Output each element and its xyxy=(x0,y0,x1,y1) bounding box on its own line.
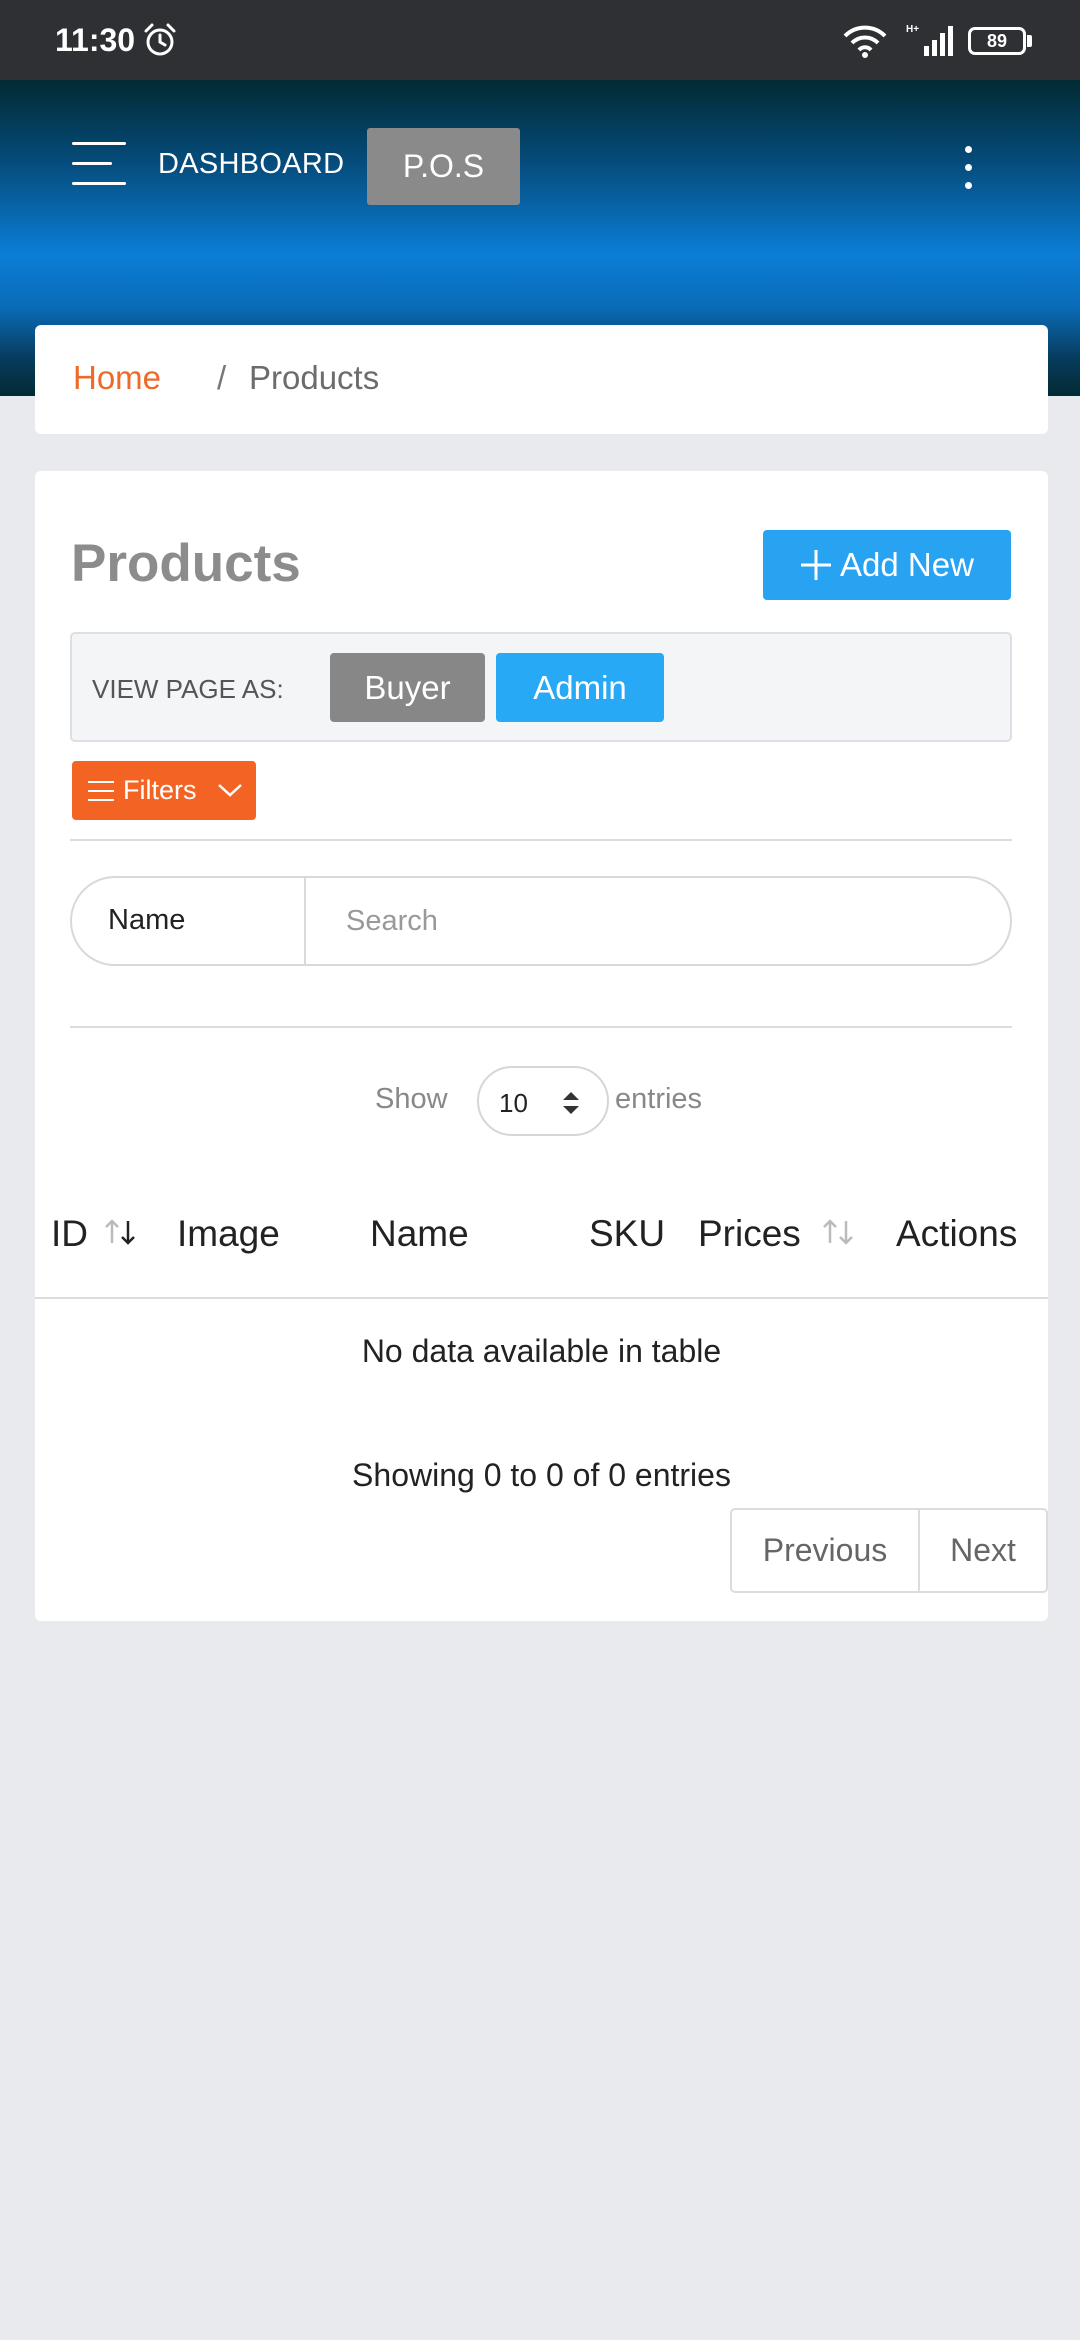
battery-tip xyxy=(1027,35,1032,47)
wifi-icon xyxy=(843,25,887,58)
breadcrumb: Home / Products xyxy=(35,325,1048,434)
nav-pos-button[interactable]: P.O.S xyxy=(367,128,520,205)
view-as-toggle: VIEW PAGE AS: Buyer Admin xyxy=(70,632,1012,742)
nav-dashboard-link[interactable]: DASHBOARD xyxy=(158,148,344,181)
breadcrumb-home-link[interactable]: Home xyxy=(73,359,161,397)
add-new-button[interactable]: Add New xyxy=(763,530,1011,600)
search-input[interactable] xyxy=(324,892,984,950)
column-header-actions: Actions xyxy=(896,1213,1018,1254)
signal-icon: H+ xyxy=(906,24,953,56)
chevron-down-icon xyxy=(218,784,242,797)
breadcrumb-current: Products xyxy=(249,359,380,396)
table-header-divider xyxy=(35,1297,1048,1299)
column-header-prices[interactable]: Prices xyxy=(698,1213,801,1255)
entries-value: 10 xyxy=(499,1088,528,1118)
sort-icon[interactable] xyxy=(102,1217,138,1247)
select-arrows-icon xyxy=(563,1092,579,1114)
filters-button[interactable]: Filters xyxy=(72,761,256,820)
sort-icon[interactable] xyxy=(820,1217,856,1247)
column-header-id[interactable]: ID xyxy=(51,1213,88,1255)
table-info: Showing 0 to 0 of 0 entries xyxy=(352,1457,731,1493)
view-as-buyer-button[interactable]: Buyer xyxy=(330,653,485,722)
search-group: Name xyxy=(70,876,1012,966)
menu-icon[interactable] xyxy=(72,142,126,186)
pagination-next-button[interactable]: Next xyxy=(920,1510,1046,1591)
table-empty-message: No data available in table xyxy=(361,1333,722,1369)
page-title: Products xyxy=(71,534,301,593)
svg-text:H+: H+ xyxy=(906,24,919,35)
filters-label: Filters xyxy=(123,775,197,805)
pagination: Previous Next xyxy=(730,1508,1048,1593)
column-header-image: Image xyxy=(177,1213,280,1254)
show-label: Show xyxy=(375,1083,448,1115)
more-vertical-icon[interactable] xyxy=(962,146,974,190)
alarm-icon xyxy=(144,23,176,56)
entries-select[interactable]: 10 xyxy=(477,1066,609,1136)
battery-icon: 89 xyxy=(968,27,1026,55)
view-as-label: VIEW PAGE AS: xyxy=(92,674,284,704)
filter-lines-icon xyxy=(88,781,114,801)
status-time: 11:30 xyxy=(55,22,136,58)
entries-label: entries xyxy=(615,1083,703,1115)
column-header-name: Name xyxy=(370,1213,469,1254)
pagination-previous-button[interactable]: Previous xyxy=(732,1510,920,1591)
battery-level: 89 xyxy=(986,31,1008,51)
add-new-label: Add New xyxy=(840,546,974,583)
search-divider xyxy=(304,878,306,964)
divider xyxy=(70,839,1012,841)
plus-icon xyxy=(801,550,831,580)
products-card: Products Add New VIEW PAGE AS: Buyer Adm… xyxy=(35,471,1048,1621)
search-field-label[interactable]: Name xyxy=(108,904,185,937)
divider xyxy=(70,1026,1012,1028)
status-bar: 11:30 H+ 89 xyxy=(0,0,1080,80)
column-header-sku: SKU xyxy=(589,1213,666,1254)
view-as-admin-button[interactable]: Admin xyxy=(496,653,664,722)
